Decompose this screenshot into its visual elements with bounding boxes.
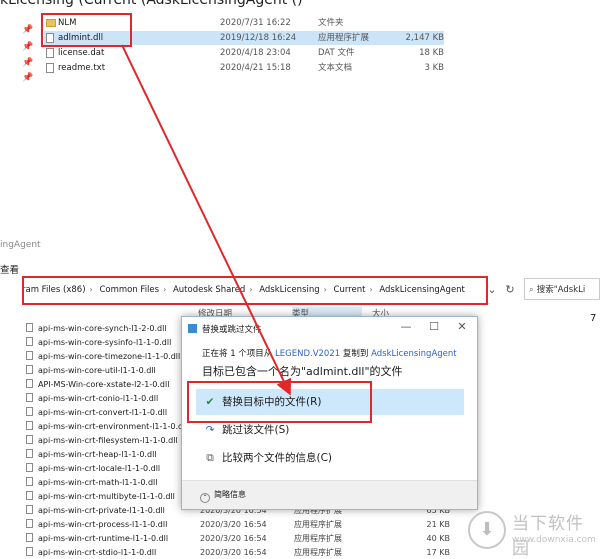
watermark-title: 当下软件园 <box>512 514 584 559</box>
watermark-logo-icon: ⬇ <box>468 511 506 549</box>
watermark: ⬇ 当下软件园 www.downxia.com <box>468 507 596 559</box>
annotation-arrow <box>121 44 292 396</box>
watermark-url: www.downxia.com <box>512 535 596 545</box>
